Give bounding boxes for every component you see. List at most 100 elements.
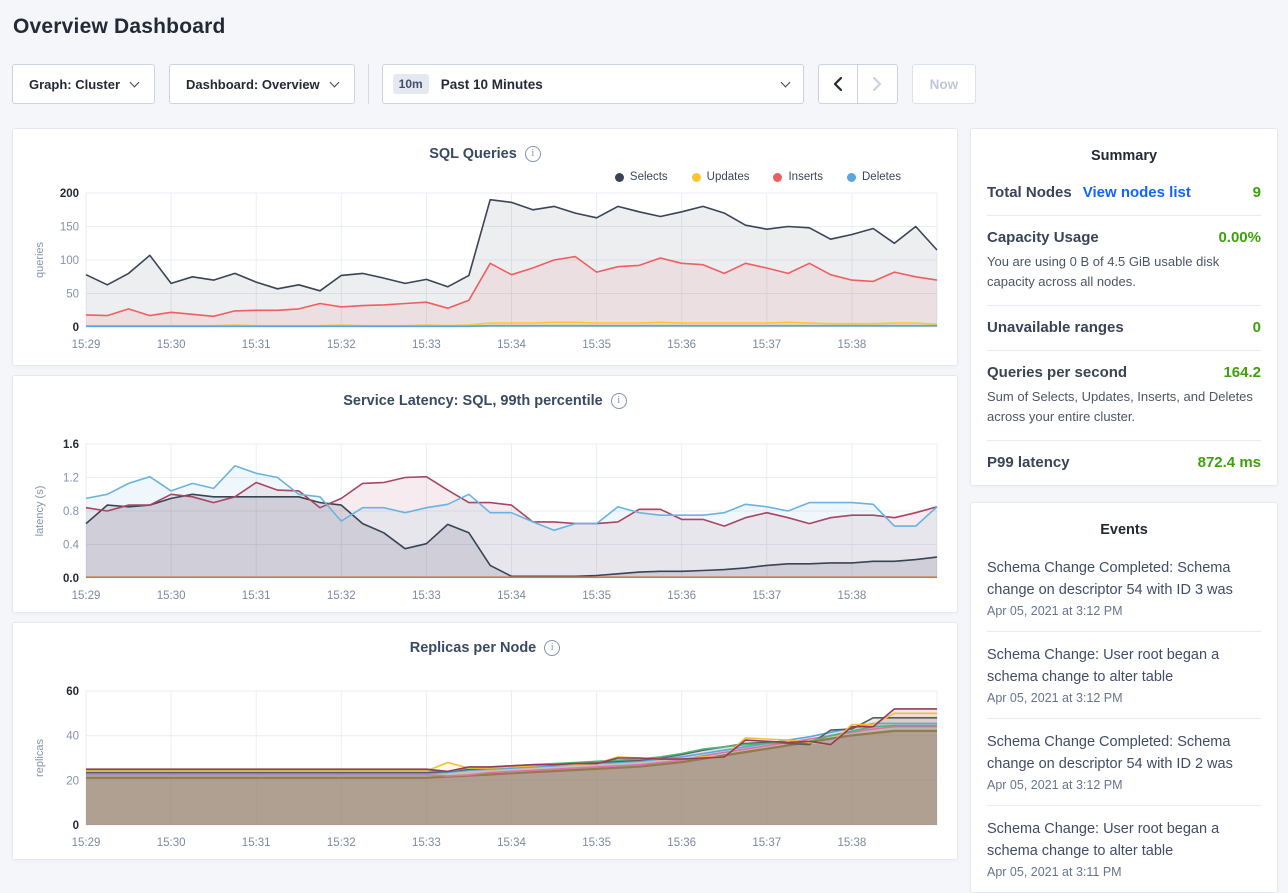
y-tick-label: 0.8 (63, 506, 79, 518)
event-text: Schema Change: User root began a schema … (987, 818, 1261, 862)
x-tick-label: 15:32 (327, 590, 356, 602)
service-latency-chart[interactable]: 15:2915:3015:3115:3215:3315:3415:3515:36… (29, 436, 943, 606)
y-tick-label: 100 (60, 255, 79, 267)
summary-row-p99-latency: P99 latency 872.4 ms (987, 441, 1261, 485)
event-timestamp: Apr 05, 2021 at 3:11 PM (987, 865, 1261, 879)
summary-value: 0.00% (1218, 229, 1261, 246)
event-text: Schema Change Completed: Schema change o… (987, 557, 1261, 601)
x-tick-label: 15:36 (667, 590, 696, 602)
summary-label: P99 latency (987, 454, 1070, 471)
x-tick-label: 15:30 (157, 590, 186, 602)
x-tick-label: 15:38 (838, 339, 867, 351)
chart-title: SQL Queries (429, 146, 517, 162)
summary-value: 164.2 (1223, 364, 1261, 381)
x-tick-label: 15:37 (752, 837, 781, 849)
x-tick-label: 15:31 (242, 837, 271, 849)
event-timestamp: Apr 05, 2021 at 3:12 PM (987, 691, 1261, 705)
summary-description: You are using 0 B of 4.5 GiB usable disk… (987, 252, 1261, 291)
x-tick-label: 15:30 (157, 837, 186, 849)
y-tick-label: 60 (66, 686, 79, 698)
summary-value: 0 (1253, 319, 1261, 336)
y-tick-label: 150 (60, 222, 79, 234)
legend-item-inserts: Inserts (773, 171, 823, 183)
legend-dot-icon (615, 173, 624, 182)
legend-label: Updates (707, 171, 750, 183)
event-list-item: Schema Change: User root began a schema … (987, 806, 1261, 892)
event-list-item: Schema Change Completed: Schema change o… (987, 719, 1261, 806)
summary-value: 9 (1253, 184, 1261, 201)
legend-item-updates: Updates (692, 171, 750, 183)
y-tick-label: 0 (73, 322, 79, 334)
events-panel: Events Schema Change Completed: Schema c… (970, 502, 1278, 893)
info-icon[interactable]: i (611, 393, 627, 409)
chevron-right-icon (873, 77, 882, 91)
legend-label: Selects (630, 171, 668, 183)
event-list-item: Schema Change: User root began a schema … (987, 632, 1261, 719)
chevron-down-icon (130, 77, 140, 87)
replicas-per-node-panel: Replicas per Node i 15:2915:3015:3115:32… (12, 622, 958, 860)
next-timespan-button[interactable] (858, 64, 898, 104)
y-axis-label: replicas (34, 739, 46, 777)
sql-queries-panel: SQL Queries i Selects Updates Inserts Delet… (12, 128, 958, 366)
graph-dropdown[interactable]: Graph: Cluster (12, 64, 155, 104)
summary-row-unavailable-ranges: Unavailable ranges 0 (987, 306, 1261, 351)
legend-label: Deletes (862, 171, 901, 183)
graph-dropdown-label: Graph: Cluster (29, 77, 120, 92)
x-tick-label: 15:38 (838, 837, 867, 849)
x-tick-label: 15:31 (242, 339, 271, 351)
summary-value: 872.4 ms (1198, 454, 1261, 471)
x-tick-label: 15:34 (497, 590, 526, 602)
legend-dot-icon (692, 173, 701, 182)
x-tick-label: 15:29 (72, 837, 101, 849)
x-tick-label: 15:32 (327, 339, 356, 351)
replicas-per-node-chart[interactable]: 15:2915:3015:3115:3215:3315:3415:3515:36… (29, 683, 943, 853)
event-text: Schema Change Completed: Schema change o… (987, 731, 1261, 775)
y-axis-label: queries (34, 241, 46, 278)
y-tick-label: 50 (66, 289, 79, 301)
x-tick-label: 15:33 (412, 837, 441, 849)
chevron-down-icon (780, 77, 790, 87)
x-tick-label: 15:29 (72, 590, 101, 602)
x-tick-label: 15:36 (667, 339, 696, 351)
y-tick-label: 200 (60, 188, 79, 200)
summary-title: Summary (987, 129, 1261, 171)
info-icon[interactable]: i (525, 146, 541, 162)
summary-row-queries-per-second: Queries per second 164.2 Sum of Selects,… (987, 351, 1261, 441)
prev-timespan-button[interactable] (818, 64, 858, 104)
chart-title: Replicas per Node (410, 640, 537, 656)
time-step-buttons (818, 64, 898, 104)
info-icon[interactable]: i (544, 640, 560, 656)
y-tick-label: 40 (66, 731, 79, 743)
y-tick-label: 0.4 (63, 540, 80, 552)
legend-dot-icon (847, 173, 856, 182)
x-tick-label: 15:34 (497, 339, 526, 351)
time-range-picker[interactable]: 10m Past 10 Minutes (382, 64, 804, 104)
summary-panel: Summary Total Nodes View nodes list 9 Ca… (970, 128, 1278, 486)
event-list-item: Schema Change Completed: Schema change o… (987, 545, 1261, 632)
sql-queries-chart[interactable]: 15:2915:3015:3115:3215:3315:3415:3515:36… (29, 185, 943, 355)
summary-label: Queries per second (987, 364, 1127, 381)
x-tick-label: 15:35 (582, 590, 611, 602)
x-tick-label: 15:37 (752, 339, 781, 351)
y-axis-label: latency (s) (34, 486, 46, 537)
event-timestamp: Apr 05, 2021 at 3:12 PM (987, 604, 1261, 618)
view-nodes-link[interactable]: View nodes list (1083, 184, 1191, 201)
page-title: Overview Dashboard (0, 0, 1288, 39)
chart-title: Service Latency: SQL, 99th percentile (343, 393, 603, 409)
now-button[interactable]: Now (912, 64, 977, 104)
y-tick-label: 20 (66, 775, 79, 787)
x-tick-label: 15:35 (582, 339, 611, 351)
sidebar: Summary Total Nodes View nodes list 9 Ca… (970, 128, 1278, 893)
legend-item-selects: Selects (615, 171, 668, 183)
dashboard-dropdown-label: Dashboard: Overview (186, 77, 320, 92)
y-tick-label: 0.0 (63, 573, 79, 585)
summary-description: Sum of Selects, Updates, Inserts, and De… (987, 387, 1261, 426)
summary-label: Total Nodes (987, 184, 1072, 201)
x-tick-label: 15:31 (242, 590, 271, 602)
time-range-badge: 10m (393, 74, 429, 94)
x-tick-label: 15:30 (157, 339, 186, 351)
service-latency-panel: Service Latency: SQL, 99th percentile i … (12, 375, 958, 613)
toolbar-divider (368, 64, 369, 104)
event-timestamp: Apr 05, 2021 at 3:12 PM (987, 778, 1261, 792)
dashboard-dropdown[interactable]: Dashboard: Overview (169, 64, 355, 104)
